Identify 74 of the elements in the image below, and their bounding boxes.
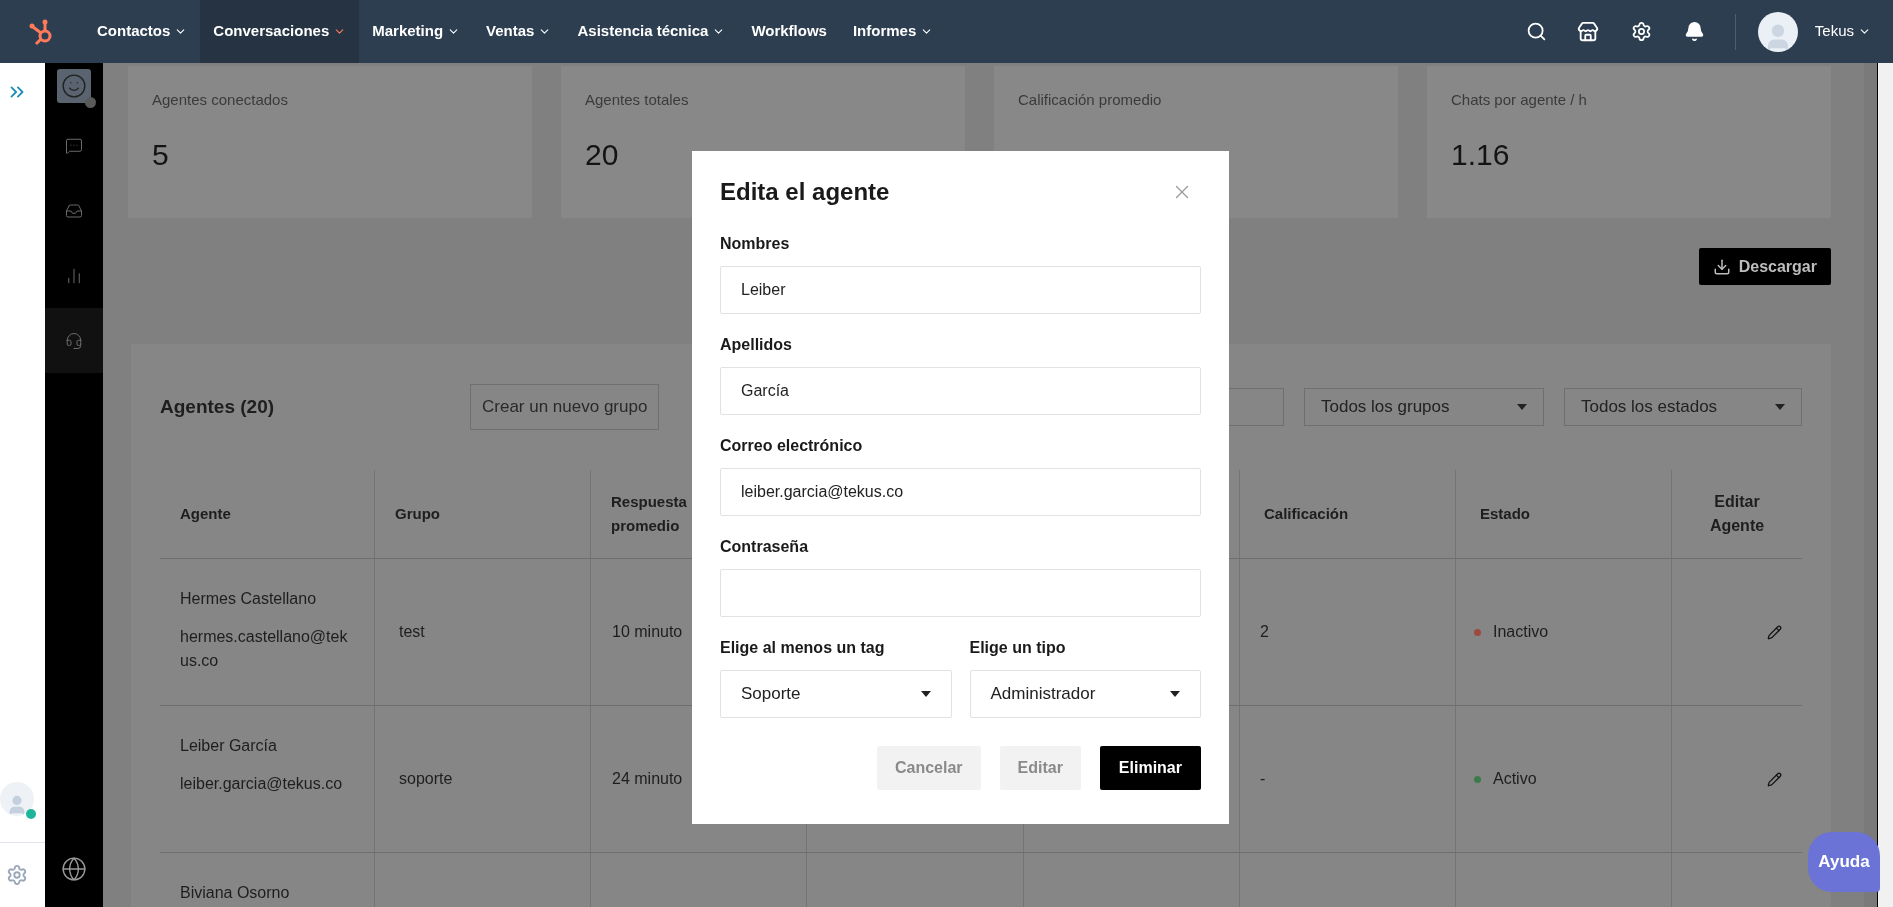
select-field[interactable]: Administrador (969, 670, 1201, 718)
table-cell-text: test (399, 622, 425, 642)
scrollbar[interactable] (1878, 63, 1893, 907)
nav-menu-item[interactable]: Workflows (738, 0, 840, 63)
status-filter[interactable]: Todos los estados (1564, 388, 1802, 426)
inbox-icon (65, 201, 83, 220)
agent-name: Leiber García (180, 736, 278, 756)
bot-avatar[interactable] (57, 69, 91, 103)
group-filter[interactable]: Todos los grupos (1304, 388, 1544, 426)
table-cell-text: 2 (1260, 622, 1269, 642)
status-label: Activo (1493, 769, 1537, 789)
help-button[interactable]: Ayuda (1808, 832, 1880, 892)
chat-icon (65, 136, 83, 155)
user-avatar[interactable] (1757, 11, 1798, 52)
stat-label: Agentes totales (585, 90, 690, 110)
caret-icon (1775, 404, 1785, 410)
nav-menu-item[interactable]: Ventas (473, 0, 565, 63)
agent-email: hermes.castellano@tekus.co (180, 627, 349, 671)
stat-value: 1.16 (1451, 136, 1511, 173)
input-field[interactable]: García (720, 367, 1201, 415)
nav-menu-item[interactable]: Conversaciones (200, 0, 360, 63)
input-field[interactable]: leiber.garcia@tekus.co (720, 468, 1201, 516)
caret-icon (920, 691, 931, 697)
stat-label: Chats por agente / h (1451, 90, 1588, 110)
input-field[interactable] (720, 569, 1201, 617)
stat-value: 5 (152, 136, 170, 173)
user-menu[interactable]: Tekus (1814, 20, 1871, 43)
table-cell-text: - (1260, 769, 1266, 789)
agent-name: Biviana Osorno (180, 883, 291, 903)
download-icon (1712, 257, 1731, 276)
agent-email: leiber.garcia@tekus.co (180, 774, 344, 794)
dialog-button[interactable]: Eliminar (1099, 746, 1201, 790)
nav-menu-item[interactable]: Asistencia técnica (564, 0, 739, 63)
field-label: Correo electrónico (720, 436, 864, 456)
field-label: Elige un tipo (969, 638, 1067, 658)
caret-icon (1517, 404, 1527, 410)
search-icon[interactable] (1525, 21, 1547, 42)
edit-icon[interactable] (1767, 624, 1782, 640)
bar-chart-icon (65, 266, 83, 285)
caret-icon (1170, 691, 1180, 697)
settings-icon[interactable] (1630, 21, 1652, 42)
column-header: Respuesta promedio (611, 492, 687, 536)
status-label: Inactivo (1493, 622, 1549, 642)
smiley-icon (61, 73, 87, 99)
globe-icon[interactable] (61, 856, 87, 882)
column-header: Grupo (395, 504, 440, 524)
field-label: Nombres (720, 234, 791, 254)
stat-label: Agentes conectados (152, 90, 289, 110)
headset-icon (65, 331, 83, 350)
stat-label: Calificación promedio (1018, 90, 1163, 110)
agent-name: Hermes Castellano (180, 589, 318, 609)
nav-menu-item[interactable]: Contactos (84, 0, 201, 63)
table-cell-text: 24 minuto (612, 769, 683, 789)
stat-value: 20 (585, 136, 620, 173)
store-icon[interactable] (1576, 20, 1599, 43)
column-header: Calificación (1264, 503, 1349, 524)
field-label: Contraseña (720, 537, 810, 557)
bell-icon[interactable] (1683, 21, 1705, 42)
input-field[interactable]: Leiber (720, 266, 1201, 314)
edit-icon[interactable] (1767, 771, 1782, 787)
field-label: Elige al menos un tag (720, 638, 886, 658)
panel-title: Agentes (20) (160, 394, 276, 419)
column-header: Agente (180, 504, 231, 524)
dialog-title: Edita el agente (720, 177, 890, 207)
nav-menu-item[interactable]: Informes (839, 0, 947, 63)
field-label: Apellidos (720, 335, 793, 355)
create-group-button[interactable]: Crear un nuevo grupo (470, 384, 660, 430)
nav-menu-item[interactable]: Marketing (359, 0, 474, 63)
download-button[interactable]: Descargar (1698, 248, 1831, 285)
table-cell-text: soporte (399, 769, 453, 789)
column-header: Estado (1480, 503, 1530, 524)
select-field[interactable]: Soporte (720, 670, 952, 718)
column-header: Editar Agente (1708, 492, 1766, 536)
table-cell-text: 10 minuto (612, 622, 683, 642)
